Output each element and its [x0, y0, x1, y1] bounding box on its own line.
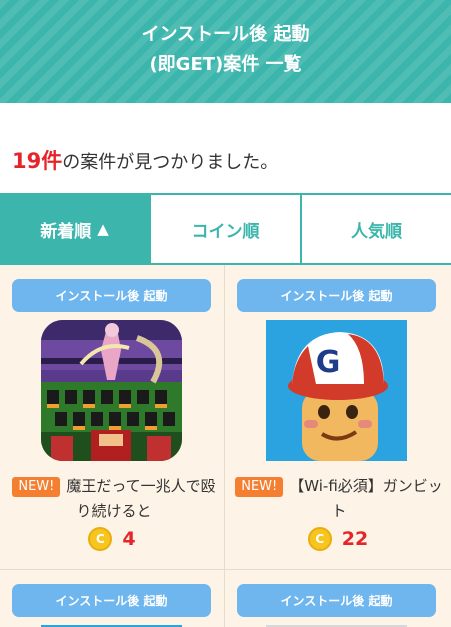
coin-icon: C	[88, 527, 113, 551]
tab-sort-coins-label: コイン順	[191, 221, 260, 242]
offer-title-text: 魔王だって一兆人で殴り続けると	[66, 477, 216, 520]
result-text: の案件が見つかりました。	[62, 152, 279, 173]
sort-tabs: 新着順 ▲ コイン順 人気順	[0, 193, 451, 265]
page-title-line1: インストール後 起動	[141, 24, 310, 45]
coin-amount: 22	[341, 528, 369, 550]
offer-card[interactable]: インストール後 起動 G NEW! 【Wi-fi必須】ガンビット C 22	[225, 265, 451, 570]
offer-grid: インストール後 起動 NEW! 魔王だって一兆人で殴り続けると C 4 インスト…	[0, 265, 451, 627]
tab-sort-popular[interactable]: 人気順	[300, 195, 451, 263]
new-badge: NEW!	[12, 477, 61, 497]
coin-amount: 4	[122, 528, 136, 550]
pixel-army-game-icon[interactable]	[41, 320, 182, 461]
offer-card[interactable]: インストール後 起動	[0, 570, 225, 627]
offer-card[interactable]: インストール後 起動	[225, 570, 451, 627]
offer-title-text: 【Wi-fi必須】ガンビット	[289, 477, 443, 520]
tab-sort-newest[interactable]: 新着順 ▲	[0, 195, 149, 263]
tab-sort-popular-label: 人気順	[351, 221, 402, 242]
new-badge: NEW!	[235, 477, 284, 497]
baseball-cap-character-icon[interactable]: G	[266, 320, 407, 461]
offer-card[interactable]: インストール後 起動	[0, 265, 225, 570]
sort-ascending-icon: ▲	[97, 220, 109, 238]
offer-type-tag: インストール後 起動	[237, 279, 436, 312]
tab-sort-newest-label: 新着順	[40, 221, 92, 242]
offer-type-tag: インストール後 起動	[12, 279, 211, 312]
page-header: インストール後 起動 (即GET)案件 一覧	[0, 0, 451, 103]
offer-title[interactable]: NEW! 【Wi-fi必須】ガンビット	[233, 474, 445, 524]
offer-type-tag: インストール後 起動	[12, 584, 211, 617]
coin-reward: C 4	[0, 527, 224, 551]
result-summary: 19件の案件が見つかりました。	[0, 103, 451, 193]
coin-icon: C	[307, 527, 332, 551]
tab-sort-coins[interactable]: コイン順	[149, 195, 300, 263]
svg-text:G: G	[316, 345, 341, 380]
page-title-line2: (即GET)案件 一覧	[149, 54, 302, 75]
offer-type-tag: インストール後 起動	[237, 584, 436, 617]
offer-title[interactable]: NEW! 魔王だって一兆人で殴り続けると	[8, 474, 220, 524]
result-count: 19件	[12, 149, 63, 173]
coin-reward: C 22	[225, 527, 451, 551]
